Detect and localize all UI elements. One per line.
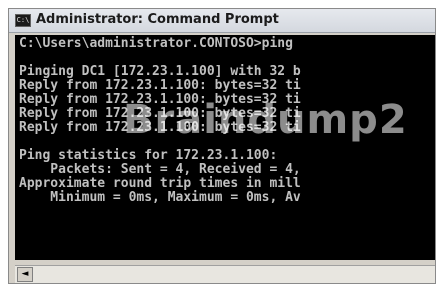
console-line: Minimum = 0ms, Maximum = 0ms, Av bbox=[19, 190, 301, 205]
console-line: Ping statistics for 172.23.1.100: bbox=[19, 148, 278, 163]
console-line: Reply from 172.23.1.100: bytes=32 ti bbox=[19, 106, 301, 121]
console-line: Reply from 172.23.1.100: bytes=32 ti bbox=[19, 92, 301, 107]
console-line: Reply from 172.23.1.100: bytes=32 ti bbox=[19, 120, 301, 135]
console-output[interactable]: C:\Users\administrator.CONTOSO>ping Ping… bbox=[15, 35, 435, 260]
title-bar[interactable]: C:\ Administrator: Command Prompt bbox=[9, 9, 435, 33]
console-icon: C:\ bbox=[15, 14, 31, 27]
console-line: Approximate round trip times in mill bbox=[19, 176, 301, 191]
window-title: Administrator: Command Prompt bbox=[36, 12, 279, 27]
console-line: Reply from 172.23.1.100: bytes=32 ti bbox=[19, 78, 301, 93]
console-line: Packets: Sent = 4, Received = 4, bbox=[19, 162, 301, 177]
console-line: C:\Users\administrator.CONTOSO>ping bbox=[19, 36, 293, 51]
command-prompt-window: C:\ Administrator: Command Prompt C:\Use… bbox=[8, 8, 436, 284]
console-line: Pinging DC1 [172.23.1.100] with 32 b bbox=[19, 64, 301, 79]
horizontal-scrollbar[interactable]: ◄ bbox=[15, 265, 435, 283]
scroll-left-arrow-icon[interactable]: ◄ bbox=[17, 267, 33, 282]
